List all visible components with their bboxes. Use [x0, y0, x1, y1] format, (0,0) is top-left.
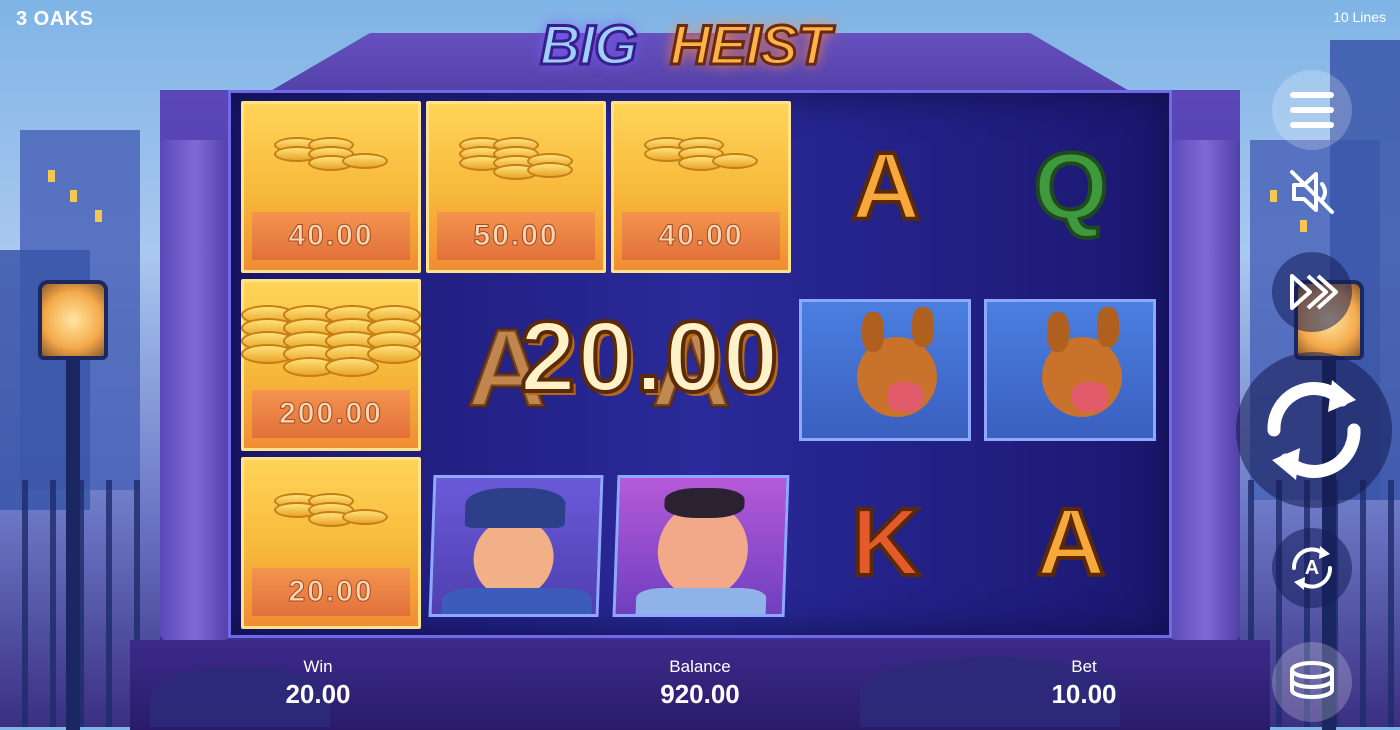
- hamburger-icon: [1290, 92, 1334, 98]
- money-value: 20.00: [252, 568, 410, 616]
- brand-label: 3 OAKS: [16, 8, 94, 30]
- lamp-light: [38, 280, 108, 360]
- letter-symbol-q: Q: [981, 101, 1161, 273]
- mob-boss-symbol: [612, 475, 790, 617]
- win-value: 20.00: [285, 679, 351, 709]
- dog-symbol: [799, 299, 971, 441]
- pillar: [1170, 140, 1240, 640]
- pillar: [160, 140, 230, 640]
- hamburger-bar: [1290, 107, 1334, 113]
- menu-button[interactable]: [1272, 70, 1352, 150]
- coin-stack-icon: [241, 305, 421, 377]
- win-label: Win: [303, 657, 333, 676]
- money-value: 200.00: [252, 390, 410, 438]
- coin-stack-icon: [614, 137, 788, 171]
- money-value: 40.00: [252, 212, 410, 260]
- sound-muted-icon: [1290, 170, 1334, 214]
- letter-symbol-a: A: [796, 101, 976, 273]
- game-logo: BIG HEIST: [539, 12, 860, 82]
- street-lamp: [66, 340, 80, 730]
- bet-value[interactable]: 10.00: [984, 679, 1184, 710]
- dog-symbol: [984, 299, 1156, 441]
- spin-button[interactable]: [1236, 352, 1392, 508]
- lines-count: 10 Lines: [1333, 9, 1386, 25]
- fast-forward-icon: [1290, 274, 1338, 310]
- money-symbol: 50.00: [426, 101, 606, 273]
- sound-button[interactable]: [1280, 160, 1344, 224]
- bet-label: Bet: [1071, 657, 1097, 676]
- balance-display: Balance 920.00: [600, 657, 800, 710]
- police-officer-symbol: [428, 475, 604, 617]
- letter-symbol-a: A: [981, 457, 1161, 629]
- win-display: Win 20.00: [218, 657, 418, 710]
- symbol-letter: K: [849, 487, 922, 598]
- bet-settings-button[interactable]: [1272, 642, 1352, 722]
- coin-stack-icon: [244, 137, 418, 171]
- autoplay-letter: A: [1304, 556, 1320, 579]
- letter-symbol-k: K: [796, 457, 976, 629]
- logo-heist: HEIST: [669, 12, 833, 78]
- balance-value: 920.00: [660, 679, 740, 709]
- money-symbol: 40.00: [611, 101, 791, 273]
- turbo-button[interactable]: [1272, 252, 1352, 332]
- police-officer-icon: [472, 518, 555, 598]
- logo-big: BIG: [539, 12, 640, 78]
- symbol-letter: A: [1034, 487, 1107, 598]
- coin-stack-icon: [1290, 661, 1334, 699]
- money-value: 50.00: [437, 212, 595, 260]
- money-symbol: 40.00: [241, 101, 421, 273]
- bet-display[interactable]: Bet 10.00: [984, 657, 1184, 710]
- balance-label: Balance: [669, 657, 731, 676]
- money-symbol: 20.00: [241, 457, 421, 629]
- symbol-letter: Q: [1032, 131, 1111, 242]
- coin-stack-icon: [244, 493, 418, 527]
- money-symbol: 200.00: [241, 279, 421, 451]
- autoplay-button[interactable]: A: [1272, 528, 1352, 608]
- win-amount-overlay: 20.00: [518, 299, 781, 415]
- money-value: 40.00: [622, 212, 780, 260]
- spin-arrows-icon: [1267, 380, 1361, 480]
- coin-stack-icon: [429, 137, 603, 180]
- symbol-letter: A: [849, 131, 922, 242]
- hamburger-bar: [1290, 122, 1334, 128]
